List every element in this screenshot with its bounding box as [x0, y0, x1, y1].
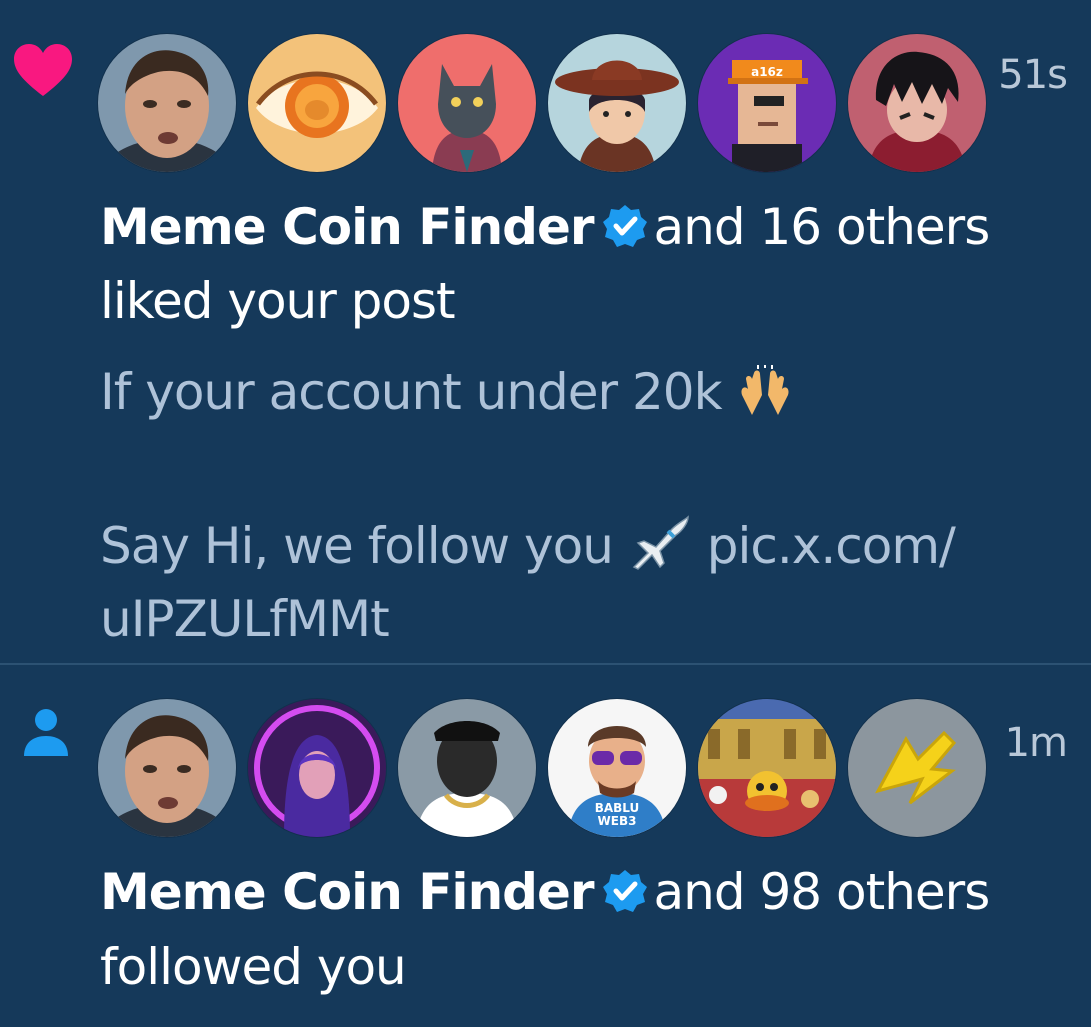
- svg-text:BABLU: BABLU: [595, 801, 640, 815]
- avatar-eye-coin[interactable]: [248, 34, 386, 172]
- post-preview-line1[interactable]: If your account under 20k: [100, 362, 794, 422]
- avatar-dark-figure[interactable]: [398, 699, 536, 837]
- post-link-part2[interactable]: uIPZULfMMt: [100, 589, 390, 649]
- raising-hands-emoji-icon: [741, 365, 790, 415]
- avatar-man[interactable]: [98, 699, 236, 837]
- actor-name[interactable]: Meme Coin Finder: [100, 198, 595, 256]
- svg-text:WEB3: WEB3: [598, 814, 637, 828]
- action-text: liked your post: [100, 272, 456, 330]
- heart-icon: [14, 44, 72, 96]
- avatar-cat[interactable]: [398, 34, 536, 172]
- avatar-man[interactable]: [98, 34, 236, 172]
- avatar-crowd-scene[interactable]: [698, 699, 836, 837]
- avatar-cowboy[interactable]: [548, 34, 686, 172]
- airplane-emoji-icon: [632, 515, 689, 570]
- action-text: followed you: [100, 938, 407, 996]
- actor-name[interactable]: Meme Coin Finder: [100, 863, 595, 921]
- avatar-bablu-web3[interactable]: BABLU WEB3: [548, 699, 686, 837]
- avatar-yellow-logo[interactable]: [848, 699, 986, 837]
- timestamp: 51s: [998, 52, 1068, 98]
- post-text-1: If your account under 20k: [100, 363, 723, 421]
- follower-avatars: BABLU WEB3: [98, 699, 986, 837]
- timestamp: 1m: [1004, 720, 1068, 766]
- actor-line: Meme Coin Finder and 98 others: [100, 862, 991, 922]
- post-link-part1[interactable]: pic.x.com/: [707, 517, 956, 575]
- avatar-pixel-a16z[interactable]: a16z: [698, 34, 836, 172]
- person-icon: [24, 709, 68, 756]
- others-count[interactable]: and 98 others: [654, 863, 991, 921]
- verified-badge-icon: [602, 870, 647, 912]
- post-preview-line2[interactable]: Say Hi, we follow you pic.x.com/: [100, 513, 956, 576]
- notification-like[interactable]: a16z 51s Meme Coin Finder and 16 others l…: [0, 0, 1091, 663]
- others-count[interactable]: and 16 others: [654, 198, 991, 256]
- avatar-hijab-woman[interactable]: [248, 699, 386, 837]
- verified-badge-icon: [602, 205, 647, 247]
- actor-line: Meme Coin Finder and 16 others: [100, 197, 991, 257]
- post-text-2: Say Hi, we follow you: [100, 517, 614, 575]
- avatar-anime-boy[interactable]: [848, 34, 986, 172]
- liker-avatars: a16z: [98, 34, 986, 172]
- svg-text:a16z: a16z: [751, 65, 783, 79]
